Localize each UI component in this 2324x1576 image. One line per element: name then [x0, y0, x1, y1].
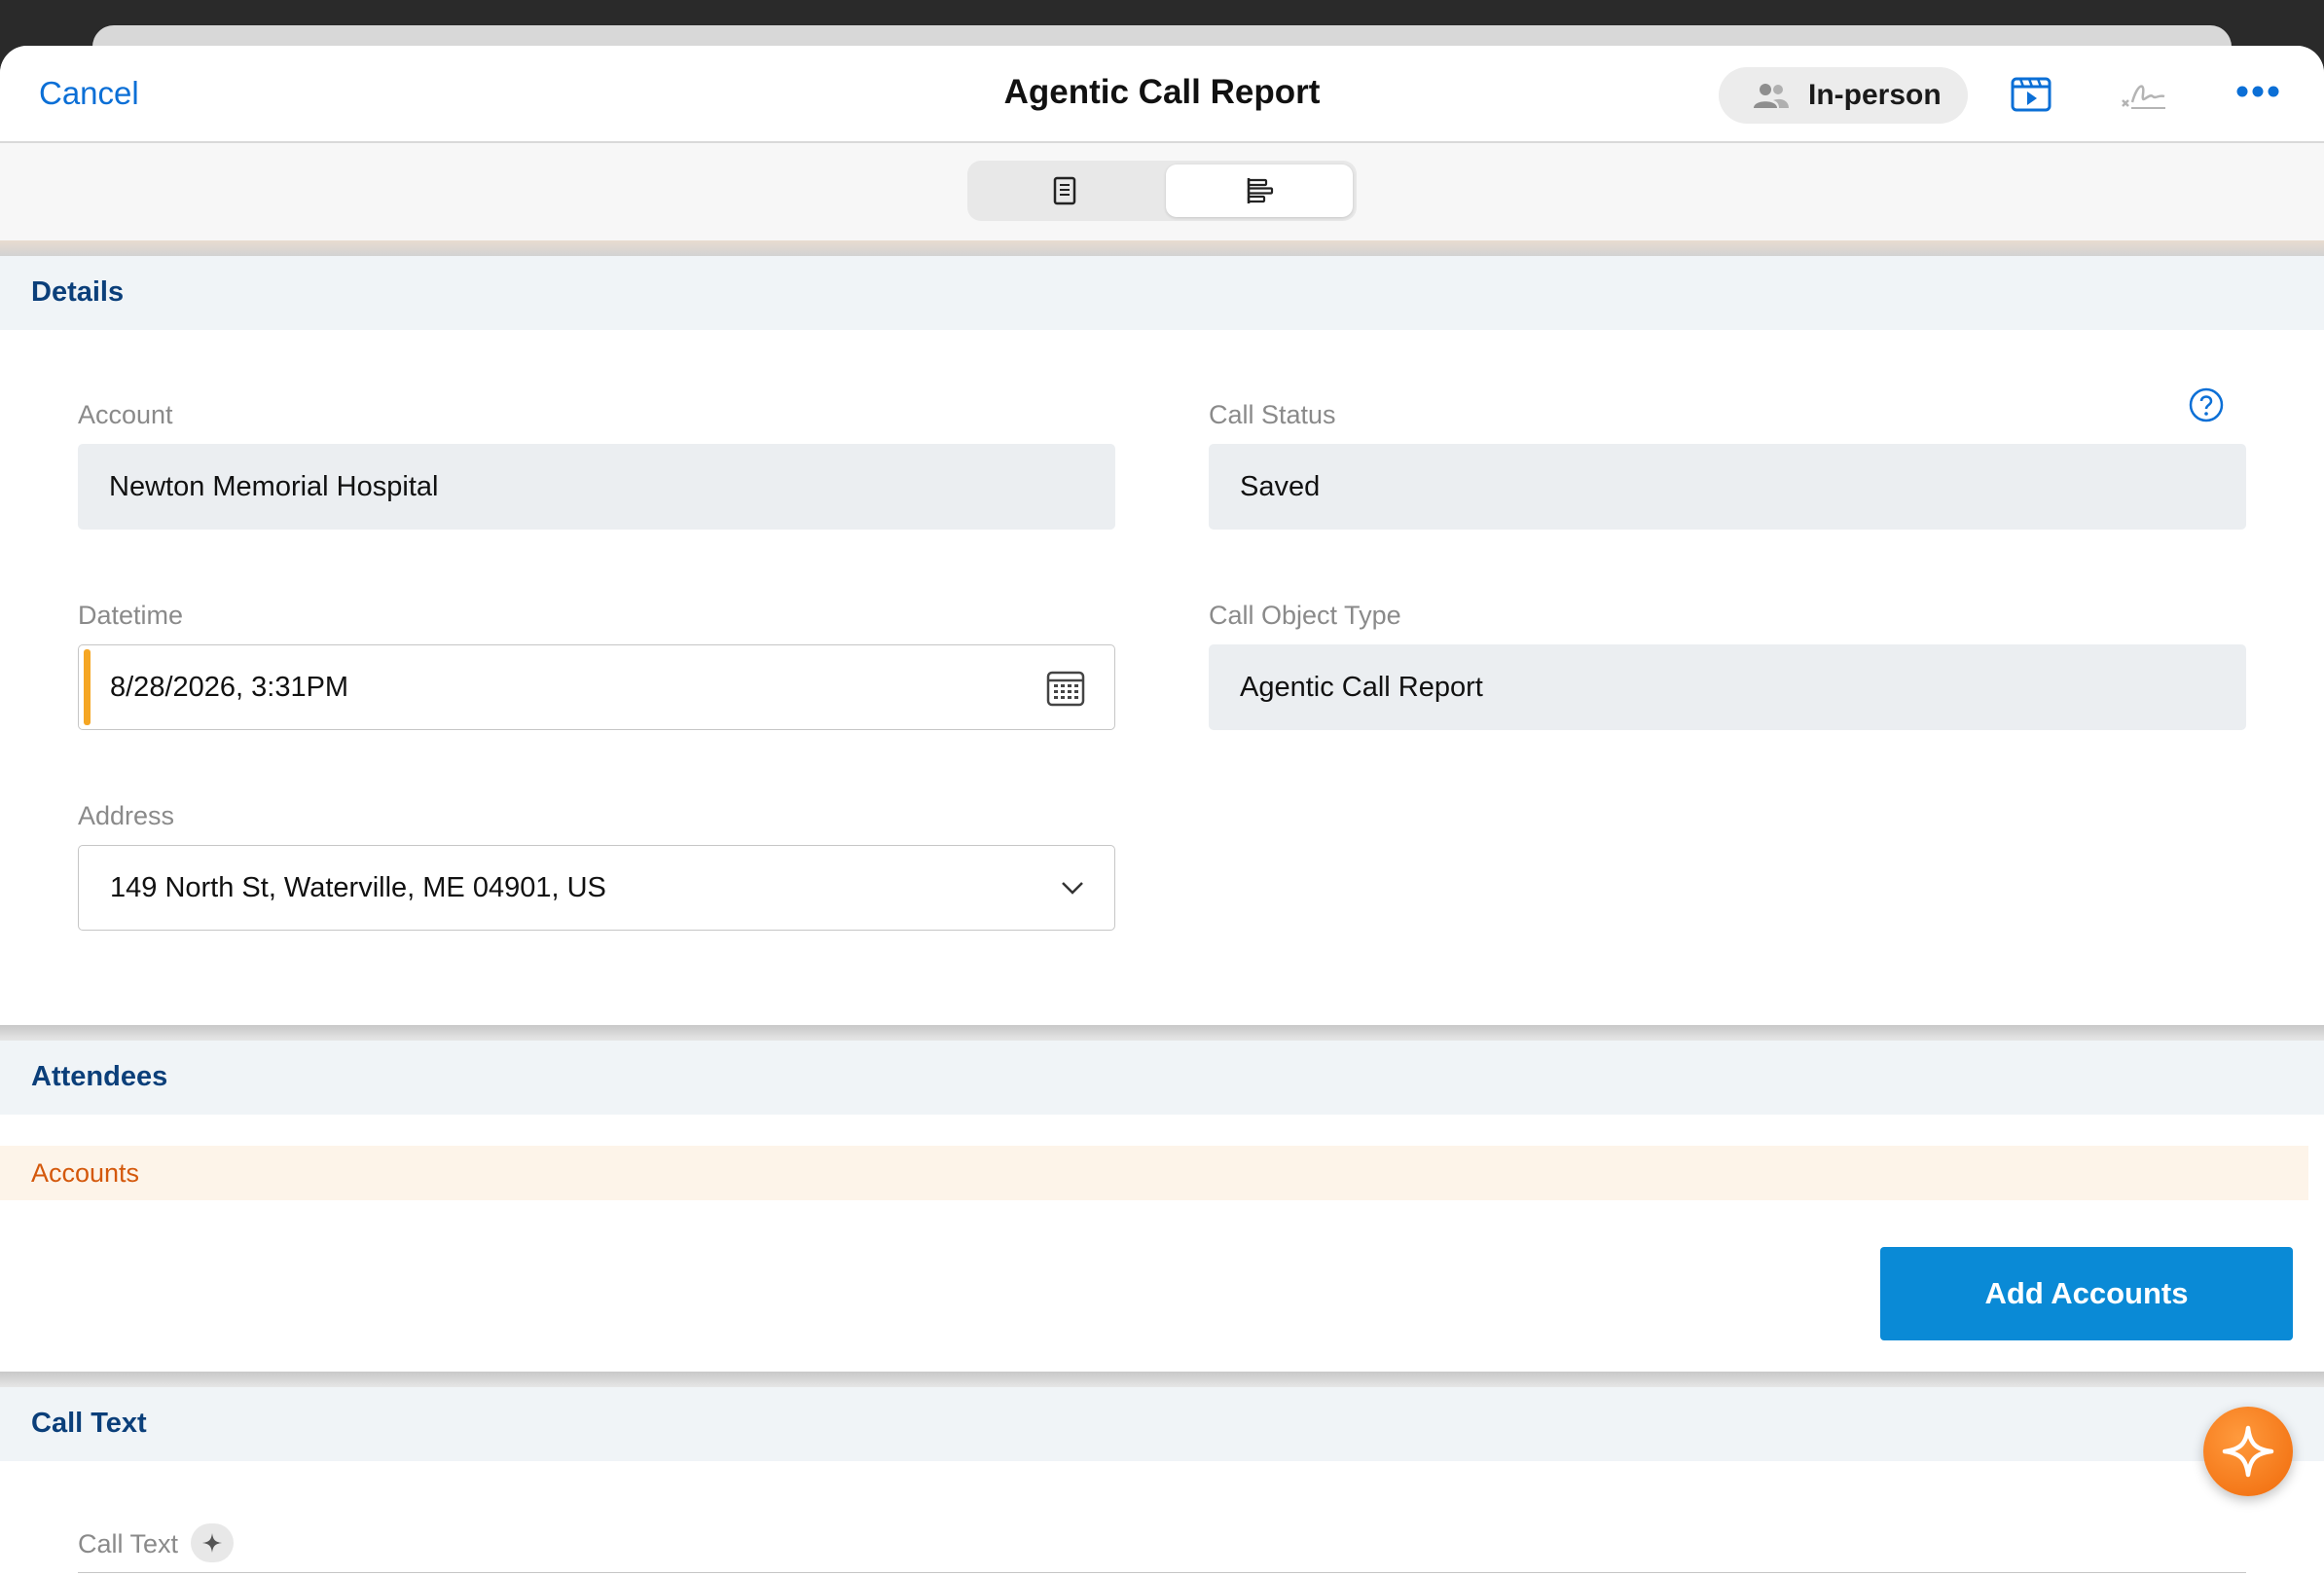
call-report-sheet: Cancel Agentic Call Report In-person Det…: [0, 46, 2324, 1576]
outline-icon: [1247, 178, 1274, 203]
section-divider: [0, 1025, 2324, 1041]
attendees-section-header[interactable]: Attendees: [0, 1041, 2324, 1115]
address-value: 149 North St, Waterville, ME 04901, US: [110, 871, 606, 903]
chevron-down-icon: [1062, 882, 1083, 895]
details-section-title: Details: [31, 276, 125, 308]
address-dropdown[interactable]: 149 North St, Waterville, ME 04901, US: [78, 845, 1115, 931]
call-text-label: Call Text: [78, 1529, 179, 1558]
header-shadow: [0, 240, 2324, 256]
call-object-type-field: Agentic Call Report: [1209, 644, 2246, 730]
call-text-section-title: Call Text: [31, 1408, 147, 1439]
signature-icon[interactable]: [2120, 75, 2168, 112]
call-text-section-header[interactable]: Call Text: [0, 1387, 2324, 1461]
call-object-type-value: Agentic Call Report: [1240, 671, 1483, 703]
ai-assistant-button[interactable]: [2203, 1407, 2293, 1496]
details-section-header[interactable]: Details: [0, 256, 2324, 330]
header-bar: Cancel Agentic Call Report In-person: [0, 46, 2324, 143]
datetime-field[interactable]: 8/28/2026, 3:31PM: [78, 644, 1115, 730]
sparkle-icon: [2222, 1425, 2274, 1478]
address-label: Address: [78, 801, 175, 830]
account-field: Newton Memorial Hospital: [78, 444, 1115, 530]
add-accounts-button[interactable]: Add Accounts: [1880, 1247, 2293, 1340]
accounts-label: Accounts: [31, 1158, 140, 1188]
view-segmented-control: [967, 161, 1357, 221]
outline-view-tab[interactable]: [1166, 165, 1353, 217]
call-status-value: Saved: [1240, 470, 1321, 502]
datetime-label: Datetime: [78, 601, 184, 630]
call-object-type-label: Call Object Type: [1209, 601, 1401, 630]
page-title: Agentic Call Report: [1003, 73, 1321, 111]
view-switcher-bar: [0, 143, 2324, 240]
channel-label: In-person: [1808, 79, 1942, 111]
account-label: Account: [78, 400, 173, 429]
call-status-label: Call Status: [1209, 400, 1336, 429]
more-icon[interactable]: [2236, 85, 2279, 98]
call-text-field-edge[interactable]: [78, 1572, 2246, 1576]
required-indicator: [84, 649, 91, 725]
section-divider: [0, 1372, 2324, 1387]
calendar-icon[interactable]: [1046, 669, 1085, 708]
document-icon: [1053, 176, 1076, 205]
datetime-value: 8/28/2026, 3:31PM: [110, 671, 349, 703]
help-icon[interactable]: [2188, 386, 2225, 423]
people-icon: [1754, 84, 1789, 108]
call-status-field: Saved: [1209, 444, 2246, 530]
accounts-subheader: Accounts: [0, 1146, 2308, 1200]
sparkle-icon: [202, 1533, 222, 1553]
ai-assist-chip[interactable]: [191, 1523, 234, 1562]
media-icon[interactable]: [2011, 75, 2052, 112]
channel-selector-button[interactable]: In-person: [1719, 67, 1968, 124]
attendees-section-title: Attendees: [31, 1061, 168, 1092]
document-view-tab[interactable]: [971, 165, 1158, 217]
account-value: Newton Memorial Hospital: [109, 470, 439, 502]
